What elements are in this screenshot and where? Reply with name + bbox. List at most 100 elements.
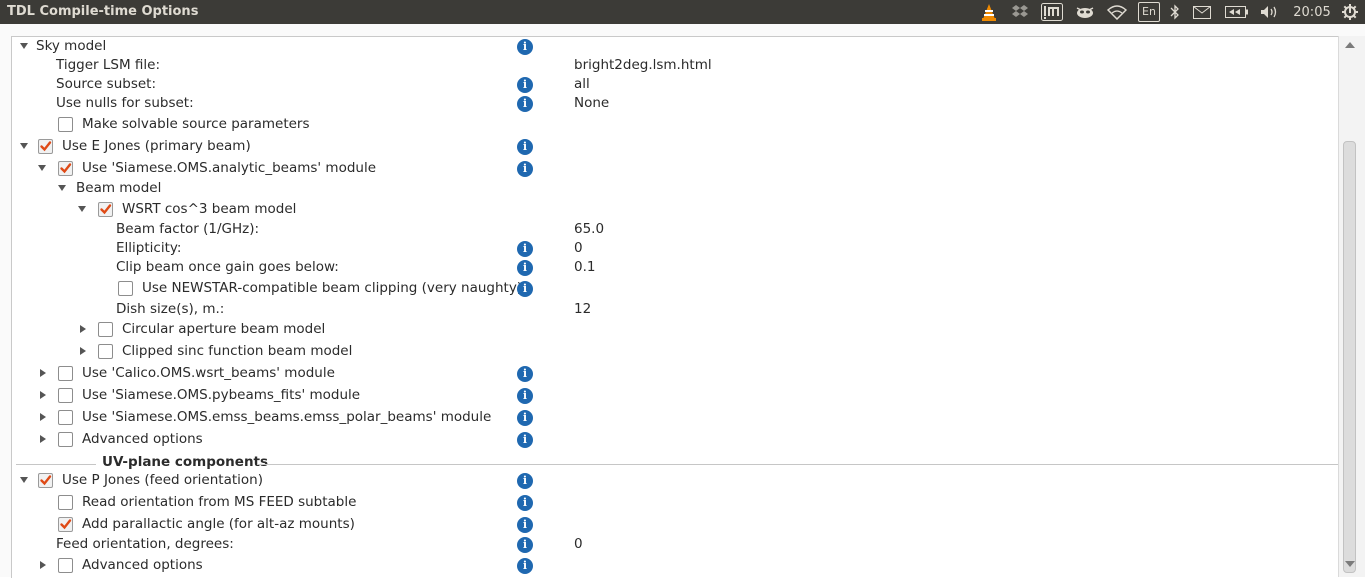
tree-row[interactable]: Use P Jones (feed orientation) i xyxy=(12,471,1339,491)
checkbox-unchecked[interactable] xyxy=(58,117,73,132)
option-value[interactable]: None xyxy=(574,95,609,111)
info-icon[interactable]: i xyxy=(517,432,533,448)
wifi-icon[interactable] xyxy=(1106,3,1128,21)
info-icon[interactable]: i xyxy=(517,495,533,511)
tree-row[interactable]: Use 'Calico.OMS.wsrt_beams' module i xyxy=(12,364,1339,384)
keyboard-icon[interactable]: En xyxy=(1138,2,1160,22)
tree-row[interactable]: Use nulls for subset: i None xyxy=(12,94,1339,114)
expander-collapsed-icon[interactable] xyxy=(40,413,46,421)
option-label: Use nulls for subset: xyxy=(56,95,194,111)
info-icon[interactable]: i xyxy=(517,39,533,55)
mail-icon[interactable] xyxy=(1192,3,1212,21)
tree-row[interactable]: Read orientation from MS FEED subtable i xyxy=(12,493,1339,513)
tree-row[interactable]: Tigger LSM file: bright2deg.lsm.html xyxy=(12,56,1339,76)
tree-row[interactable]: Beam factor (1/GHz): 65.0 xyxy=(12,220,1339,240)
expander-expanded-icon[interactable] xyxy=(20,477,28,483)
tree-row[interactable]: Make solvable source parameters xyxy=(12,115,1339,135)
option-label: Make solvable source parameters xyxy=(82,116,310,132)
checkbox-unchecked[interactable] xyxy=(118,281,133,296)
vertical-scrollbar[interactable] xyxy=(1338,36,1365,577)
expander-expanded-icon[interactable] xyxy=(58,185,66,191)
checkbox-checked[interactable] xyxy=(38,139,53,154)
tree-row[interactable]: Advanced options i xyxy=(12,556,1339,576)
clock[interactable]: 20:05 xyxy=(1292,3,1332,21)
tree-row[interactable]: Advanced options i xyxy=(12,430,1339,450)
info-icon[interactable]: i xyxy=(517,517,533,533)
expander-expanded-icon[interactable] xyxy=(20,43,28,49)
info-icon[interactable]: i xyxy=(517,139,533,155)
checkbox-unchecked[interactable] xyxy=(58,410,73,425)
expander-collapsed-icon[interactable] xyxy=(80,347,86,355)
battery-icon[interactable] xyxy=(1225,3,1249,21)
expander-expanded-icon[interactable] xyxy=(20,143,28,149)
checkbox-checked[interactable] xyxy=(58,161,73,176)
tree-row[interactable]: Source subset: i all xyxy=(12,75,1339,95)
checkbox-unchecked[interactable] xyxy=(58,558,73,573)
option-value[interactable]: 0 xyxy=(574,536,583,552)
info-icon[interactable]: i xyxy=(517,473,533,489)
expander-collapsed-icon[interactable] xyxy=(40,561,46,569)
option-value[interactable]: bright2deg.lsm.html xyxy=(574,57,712,73)
info-icon[interactable]: i xyxy=(517,161,533,177)
option-value[interactable]: all xyxy=(574,76,590,92)
expander-collapsed-icon[interactable] xyxy=(40,435,46,443)
checkbox-unchecked[interactable] xyxy=(58,388,73,403)
settings-gear-icon[interactable] xyxy=(1341,3,1359,21)
option-value[interactable]: 0 xyxy=(574,240,583,256)
tree-row[interactable]: Use 'Siamese.OMS.pybeams_fits' module i xyxy=(12,386,1339,406)
info-icon[interactable]: i xyxy=(517,241,533,257)
tree-row[interactable]: Beam model xyxy=(12,179,1339,199)
tree-row[interactable]: WSRT cos^3 beam model xyxy=(12,200,1339,220)
scroll-thumb[interactable] xyxy=(1343,141,1356,573)
expander-collapsed-icon[interactable] xyxy=(40,391,46,399)
option-value[interactable]: 0.1 xyxy=(574,259,595,275)
tree-row[interactable]: Use NEWSTAR-compatible beam clipping (ve… xyxy=(12,279,1339,299)
option-label: Add parallactic angle (for alt-az mounts… xyxy=(82,516,355,532)
expander-expanded-icon[interactable] xyxy=(38,165,46,171)
bluetooth-icon[interactable] xyxy=(1168,3,1182,21)
checkbox-checked[interactable] xyxy=(38,473,53,488)
tree-row[interactable]: Clipped sinc function beam model xyxy=(12,342,1339,362)
tree-row[interactable]: Use 'Siamese.OMS.emss_beams.emss_polar_b… xyxy=(12,408,1339,428)
tree-row[interactable]: Add parallactic angle (for alt-az mounts… xyxy=(12,515,1339,535)
option-label: Use 'Siamese.OMS.pybeams_fits' module xyxy=(82,387,361,403)
checkbox-checked[interactable] xyxy=(58,517,73,532)
checkbox-unchecked[interactable] xyxy=(58,366,73,381)
expander-collapsed-icon[interactable] xyxy=(40,369,46,377)
option-value[interactable]: 12 xyxy=(574,301,591,317)
info-icon[interactable]: i xyxy=(517,558,533,574)
vlc-icon[interactable] xyxy=(980,3,998,21)
option-label: Beam model xyxy=(76,180,162,196)
checkbox-unchecked[interactable] xyxy=(98,322,113,337)
info-icon[interactable]: i xyxy=(517,260,533,276)
option-value[interactable]: 65.0 xyxy=(574,221,604,237)
expander-expanded-icon[interactable] xyxy=(78,206,86,212)
info-icon[interactable]: i xyxy=(517,537,533,553)
checkbox-unchecked[interactable] xyxy=(98,344,113,359)
im-icon[interactable] xyxy=(1041,3,1063,21)
info-icon[interactable]: i xyxy=(517,410,533,426)
checkbox-unchecked[interactable] xyxy=(58,495,73,510)
info-icon[interactable]: i xyxy=(517,366,533,382)
info-icon[interactable]: i xyxy=(517,281,533,297)
mail-indicator-icon[interactable] xyxy=(1075,3,1095,21)
info-icon[interactable]: i xyxy=(517,77,533,93)
dropbox-icon[interactable] xyxy=(1011,3,1029,21)
expander-collapsed-icon[interactable] xyxy=(80,325,86,333)
scroll-down-arrow-icon[interactable] xyxy=(1345,561,1355,567)
tree-row[interactable]: Use E Jones (primary beam) i xyxy=(12,137,1339,157)
tree-row[interactable]: Feed orientation, degrees: i 0 xyxy=(12,535,1339,555)
tree-row[interactable]: Sky model i xyxy=(12,37,1339,57)
option-label: Circular aperture beam model xyxy=(122,321,326,337)
tree-row[interactable]: Clip beam once gain goes below: i 0.1 xyxy=(12,258,1339,278)
tree-row[interactable]: Ellipticity: i 0 xyxy=(12,239,1339,259)
tree-row[interactable]: Dish size(s), m.: 12 xyxy=(12,300,1339,320)
tree-row[interactable]: Use 'Siamese.OMS.analytic_beams' module i xyxy=(12,159,1339,179)
info-icon[interactable]: i xyxy=(517,388,533,404)
scroll-up-arrow-icon[interactable] xyxy=(1345,42,1355,48)
volume-icon[interactable] xyxy=(1260,3,1280,21)
info-icon[interactable]: i xyxy=(517,96,533,112)
checkbox-checked[interactable] xyxy=(98,202,113,217)
checkbox-unchecked[interactable] xyxy=(58,432,73,447)
tree-row[interactable]: Circular aperture beam model xyxy=(12,320,1339,340)
